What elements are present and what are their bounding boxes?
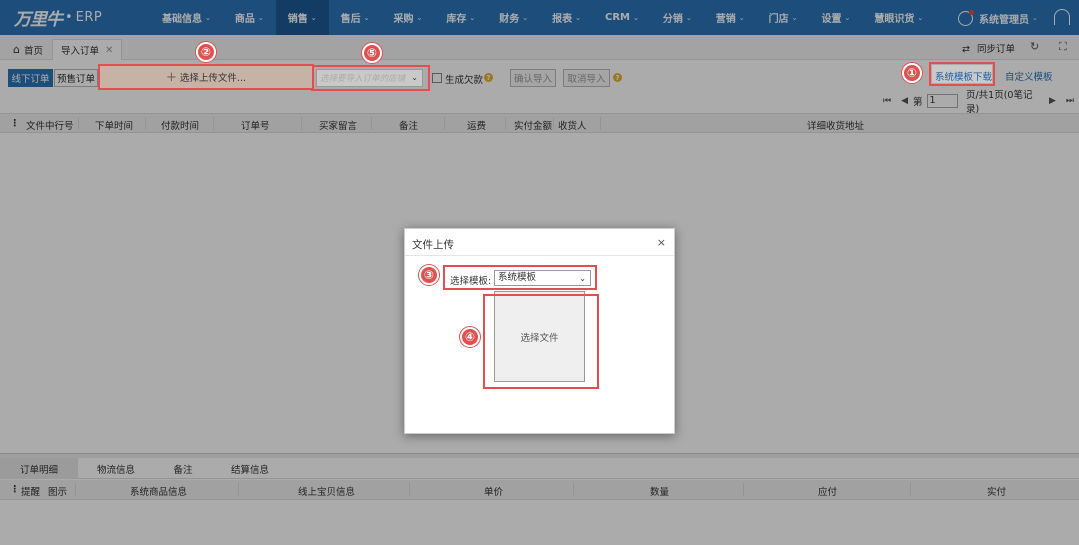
annotation-badge-5: ⑤ [362, 43, 382, 63]
upload-file-button-highlight[interactable]: + 选择上传文件... [100, 66, 312, 88]
annotation-box-file [483, 294, 599, 389]
annotation-badge-3: ③ [419, 265, 439, 285]
annotation-box-template [443, 265, 597, 290]
annotation-badge-2: ② [196, 42, 216, 62]
dialog-title: 文件上传 [412, 239, 454, 251]
close-icon[interactable]: × [657, 236, 666, 249]
annotation-badge-4: ④ [460, 327, 480, 347]
upload-file-label: 选择上传文件... [179, 73, 246, 84]
plus-icon: + [166, 69, 177, 85]
store-select-placeholder: 选择要导入订单的店铺 [320, 74, 406, 84]
file-upload-dialog: 文件上传 × 选择模板: 系统模板 ⌄ 选择文件 ③ ④ [404, 228, 675, 434]
chevron-down-icon: ⌄ [411, 73, 418, 82]
store-select-highlight[interactable]: 选择要导入订单的店铺 ⌄ [316, 69, 423, 87]
dialog-header: 文件上传 × [405, 229, 674, 256]
annotation-badge-1: ① [902, 63, 922, 83]
download-template-link-highlight[interactable]: 系统模板下载 [935, 69, 992, 83]
